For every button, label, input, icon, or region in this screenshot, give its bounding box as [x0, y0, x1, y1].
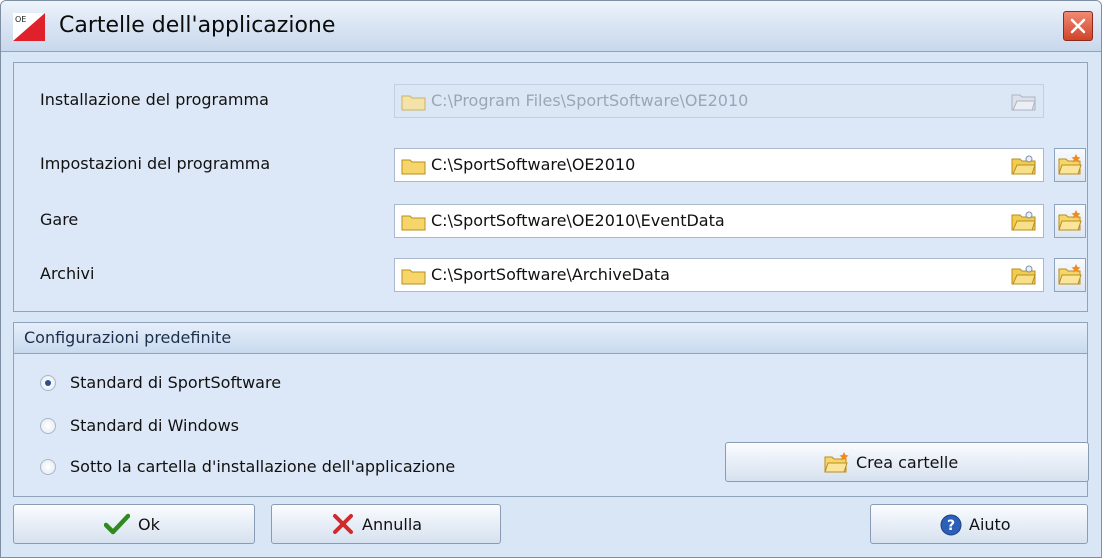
new-folder-icon	[824, 451, 850, 479]
option-windows-label[interactable]: Standard di Windows	[70, 416, 239, 435]
new-folder-icon	[1058, 210, 1082, 231]
title-bar[interactable]: OE Cartelle dell'applicazione	[1, 1, 1101, 52]
svg-text:OE: OE	[15, 15, 26, 24]
cross-icon	[332, 513, 354, 539]
folder-icon	[401, 157, 427, 179]
path-row-settings: Impostazioni del programma C:\SportSoftw…	[14, 148, 1087, 182]
paths-panel: Installazione del programma C:\Program F…	[13, 62, 1088, 312]
radio-install-folder[interactable]	[40, 459, 56, 475]
installation-path-field: C:\Program Files\SportSoftware\OE2010	[394, 84, 1044, 118]
create-folders-button[interactable]: Crea cartelle	[725, 442, 1089, 482]
installation-path: C:\Program Files\SportSoftware\OE2010	[431, 91, 749, 110]
new-folder-icon	[1058, 154, 1082, 175]
archives-path-field[interactable]: C:\SportSoftware\ArchiveData	[394, 258, 1044, 292]
settings-label: Impostazioni del programma	[40, 154, 271, 173]
cancel-button[interactable]: Annulla	[271, 504, 501, 544]
events-path[interactable]: C:\SportSoftware\OE2010\EventData	[431, 211, 725, 230]
browse-folder-icon[interactable]	[1011, 210, 1037, 236]
window-title: Cartelle dell'applicazione	[59, 13, 336, 38]
new-folder-button-events[interactable]	[1054, 204, 1086, 238]
new-folder-icon	[1058, 264, 1082, 285]
browse-folder-icon[interactable]	[1011, 264, 1037, 290]
help-label: Aiuto	[969, 515, 1011, 534]
option-sportsoftware-label[interactable]: Standard di SportSoftware	[70, 373, 281, 392]
path-row-events: Gare C:\SportSoftware\OE2010\EventData	[14, 204, 1087, 238]
option-install-folder-label[interactable]: Sotto la cartella d'installazione dell'a…	[70, 457, 455, 476]
default-config-panel: Configurazioni predefinite Standard di S…	[13, 322, 1089, 497]
config-header-label: Configurazioni predefinite	[24, 328, 232, 347]
help-button[interactable]: ? Aiuto	[870, 504, 1088, 544]
checkmark-icon	[103, 513, 131, 539]
archives-label: Archivi	[40, 264, 95, 283]
radio-windows[interactable]	[40, 418, 56, 434]
browse-folder-icon[interactable]	[1011, 154, 1037, 180]
ok-label: Ok	[138, 515, 160, 534]
events-label: Gare	[40, 210, 79, 229]
radio-sportsoftware[interactable]	[40, 375, 56, 391]
settings-path[interactable]: C:\SportSoftware\OE2010	[431, 155, 635, 174]
path-row-archives: Archivi C:\SportSoftware\ArchiveData	[14, 258, 1087, 292]
settings-path-field[interactable]: C:\SportSoftware\OE2010	[394, 148, 1044, 182]
ok-button[interactable]: Ok	[13, 504, 255, 544]
folder-icon	[401, 93, 427, 115]
installation-label: Installazione del programma	[40, 90, 269, 109]
create-folders-label: Crea cartelle	[856, 453, 959, 472]
folder-icon	[401, 267, 427, 289]
path-row-installation: Installazione del programma C:\Program F…	[14, 84, 1087, 118]
events-path-field[interactable]: C:\SportSoftware\OE2010\EventData	[394, 204, 1044, 238]
archives-path[interactable]: C:\SportSoftware\ArchiveData	[431, 265, 670, 284]
svg-text:?: ?	[947, 518, 955, 534]
folder-icon	[401, 213, 427, 235]
browse-folder-icon	[1011, 90, 1037, 116]
new-folder-button-archives[interactable]	[1054, 258, 1086, 292]
help-icon: ?	[939, 513, 963, 541]
oe-app-icon: OE	[13, 13, 45, 41]
config-header: Configurazioni predefinite	[14, 323, 1087, 354]
dialog-window: OE Cartelle dell'applicazione Installazi…	[0, 0, 1102, 558]
close-button[interactable]	[1063, 11, 1093, 41]
close-icon	[1070, 18, 1086, 34]
new-folder-button-settings[interactable]	[1054, 148, 1086, 182]
cancel-label: Annulla	[362, 515, 423, 534]
